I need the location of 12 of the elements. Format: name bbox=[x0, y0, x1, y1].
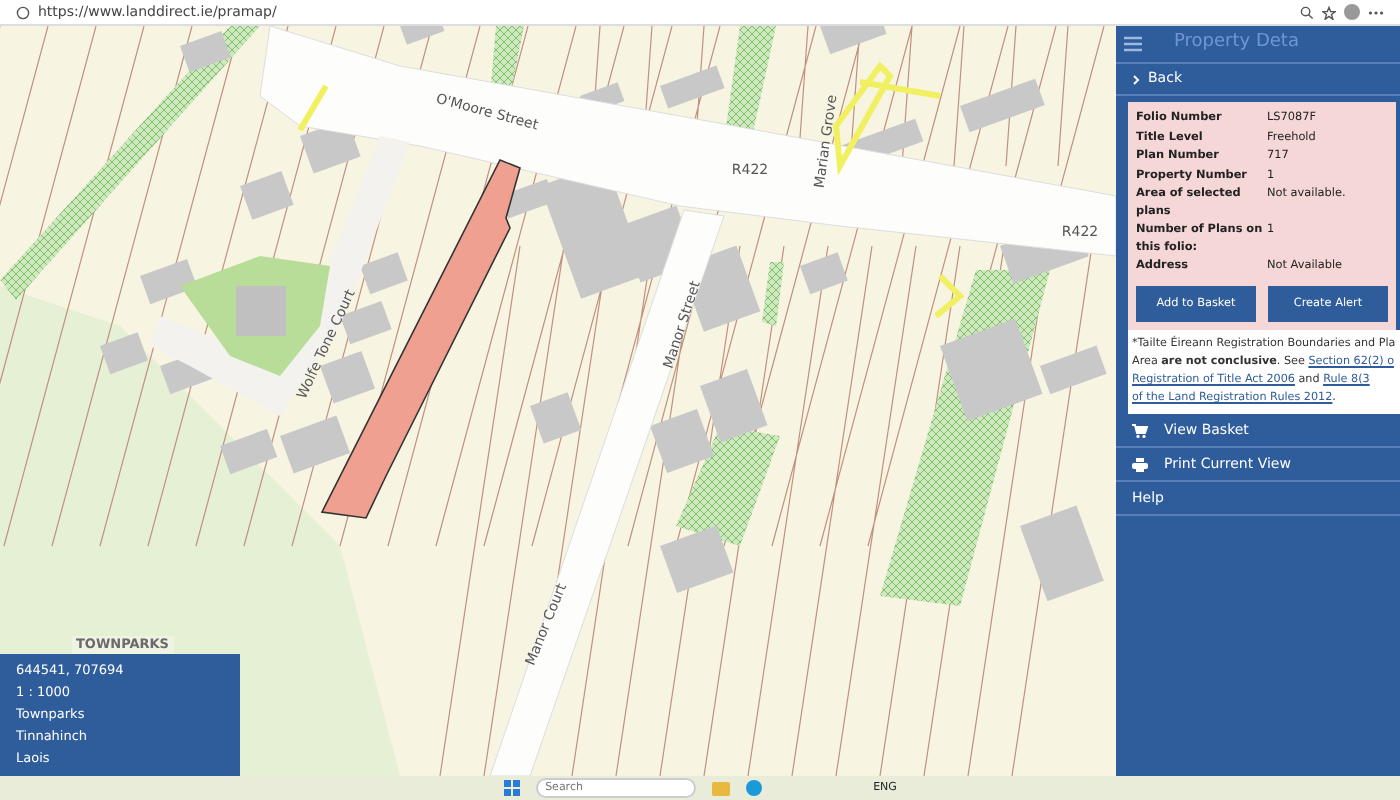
start-icon[interactable] bbox=[503, 780, 520, 796]
printer-icon bbox=[1132, 457, 1148, 472]
cart-icon bbox=[1132, 423, 1148, 438]
chevron-icon bbox=[1132, 73, 1140, 85]
zoom-icon[interactable] bbox=[1300, 5, 1314, 19]
panel-title: Property Deta bbox=[1174, 30, 1299, 57]
profile-icon[interactable] bbox=[1344, 4, 1360, 20]
menu-icon[interactable] bbox=[1124, 36, 1142, 52]
more-icon[interactable] bbox=[1368, 9, 1384, 15]
info-icon[interactable] bbox=[16, 5, 30, 19]
star-icon[interactable] bbox=[1322, 5, 1336, 19]
browser-icon[interactable] bbox=[745, 780, 762, 796]
